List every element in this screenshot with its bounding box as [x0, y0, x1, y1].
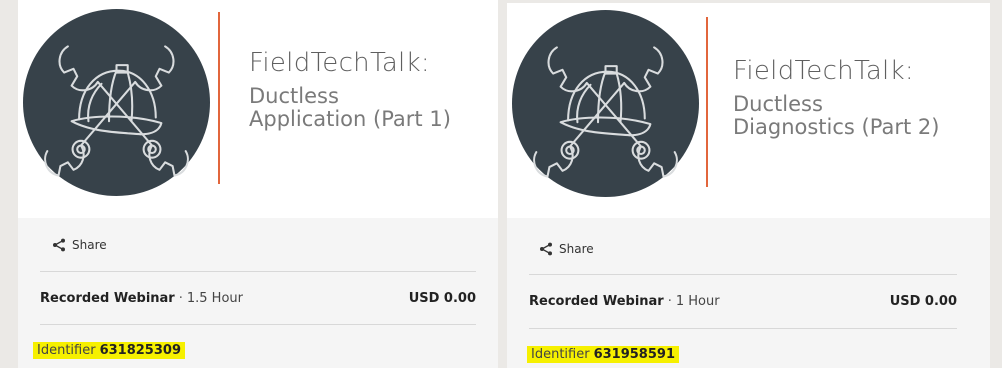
webinar-card-1[interactable]: FieldTechTalk: Ductless Application (Par… — [18, 0, 498, 368]
identifier-value: 631825309 — [99, 343, 181, 358]
card-title: FieldTechTalk: Ductless Diagnostics (Par… — [733, 58, 939, 139]
identifier-label: Identifier — [37, 343, 96, 358]
product-type: Recorded Webinar — [529, 294, 664, 309]
crossed-wrenches-hardhat-icon — [512, 10, 699, 197]
divider — [529, 328, 957, 329]
product-row: Recorded Webinar · 1.5 Hour USD 0.00 — [40, 291, 476, 306]
identifier: Identifier 631825309 — [33, 342, 185, 359]
divider — [40, 324, 476, 325]
duration: 1 Hour — [675, 294, 720, 309]
crossed-wrenches-hardhat-icon — [23, 9, 210, 196]
share-button[interactable]: Share — [52, 238, 107, 252]
product-row: Recorded Webinar · 1 Hour USD 0.00 — [529, 294, 957, 309]
identifier-value: 631958591 — [593, 347, 675, 362]
accent-divider — [706, 17, 708, 187]
card-details: Share Recorded Webinar · 1 Hour USD 0.00 I… — [507, 218, 990, 368]
identifier-label: Identifier — [531, 347, 590, 362]
share-label: Share — [72, 238, 107, 252]
card-title: FieldTechTalk: Ductless Application (Par… — [249, 50, 451, 131]
separator: · — [178, 291, 183, 306]
divider — [529, 274, 957, 275]
share-label: Share — [559, 242, 594, 256]
card-banner: FieldTechTalk: Ductless Diagnostics (Par… — [507, 3, 990, 218]
share-icon — [53, 238, 65, 252]
title-subtopic: Application (Part 1) — [249, 107, 451, 131]
product-type: Recorded Webinar — [40, 291, 175, 306]
webinar-card-2[interactable]: FieldTechTalk: Ductless Diagnostics (Par… — [507, 0, 990, 368]
accent-divider — [218, 12, 220, 184]
card-banner: FieldTechTalk: Ductless Application (Par… — [18, 0, 498, 218]
identifier: Identifier 631958591 — [527, 346, 679, 363]
title-series: FieldTechTalk: — [733, 56, 914, 86]
share-button[interactable]: Share — [539, 242, 594, 256]
title-topic: Ductless — [249, 84, 339, 108]
duration: 1.5 Hour — [186, 291, 243, 306]
divider — [40, 271, 476, 272]
price: USD 0.00 — [408, 291, 476, 306]
separator: · — [667, 294, 672, 309]
card-details: Share Recorded Webinar · 1.5 Hour USD 0.00… — [18, 218, 498, 368]
title-subtopic: Diagnostics (Part 2) — [733, 115, 940, 139]
share-icon — [540, 242, 552, 256]
title-series: FieldTechTalk: — [249, 48, 430, 78]
price: USD 0.00 — [889, 294, 957, 309]
title-topic: Ductless — [733, 92, 823, 116]
